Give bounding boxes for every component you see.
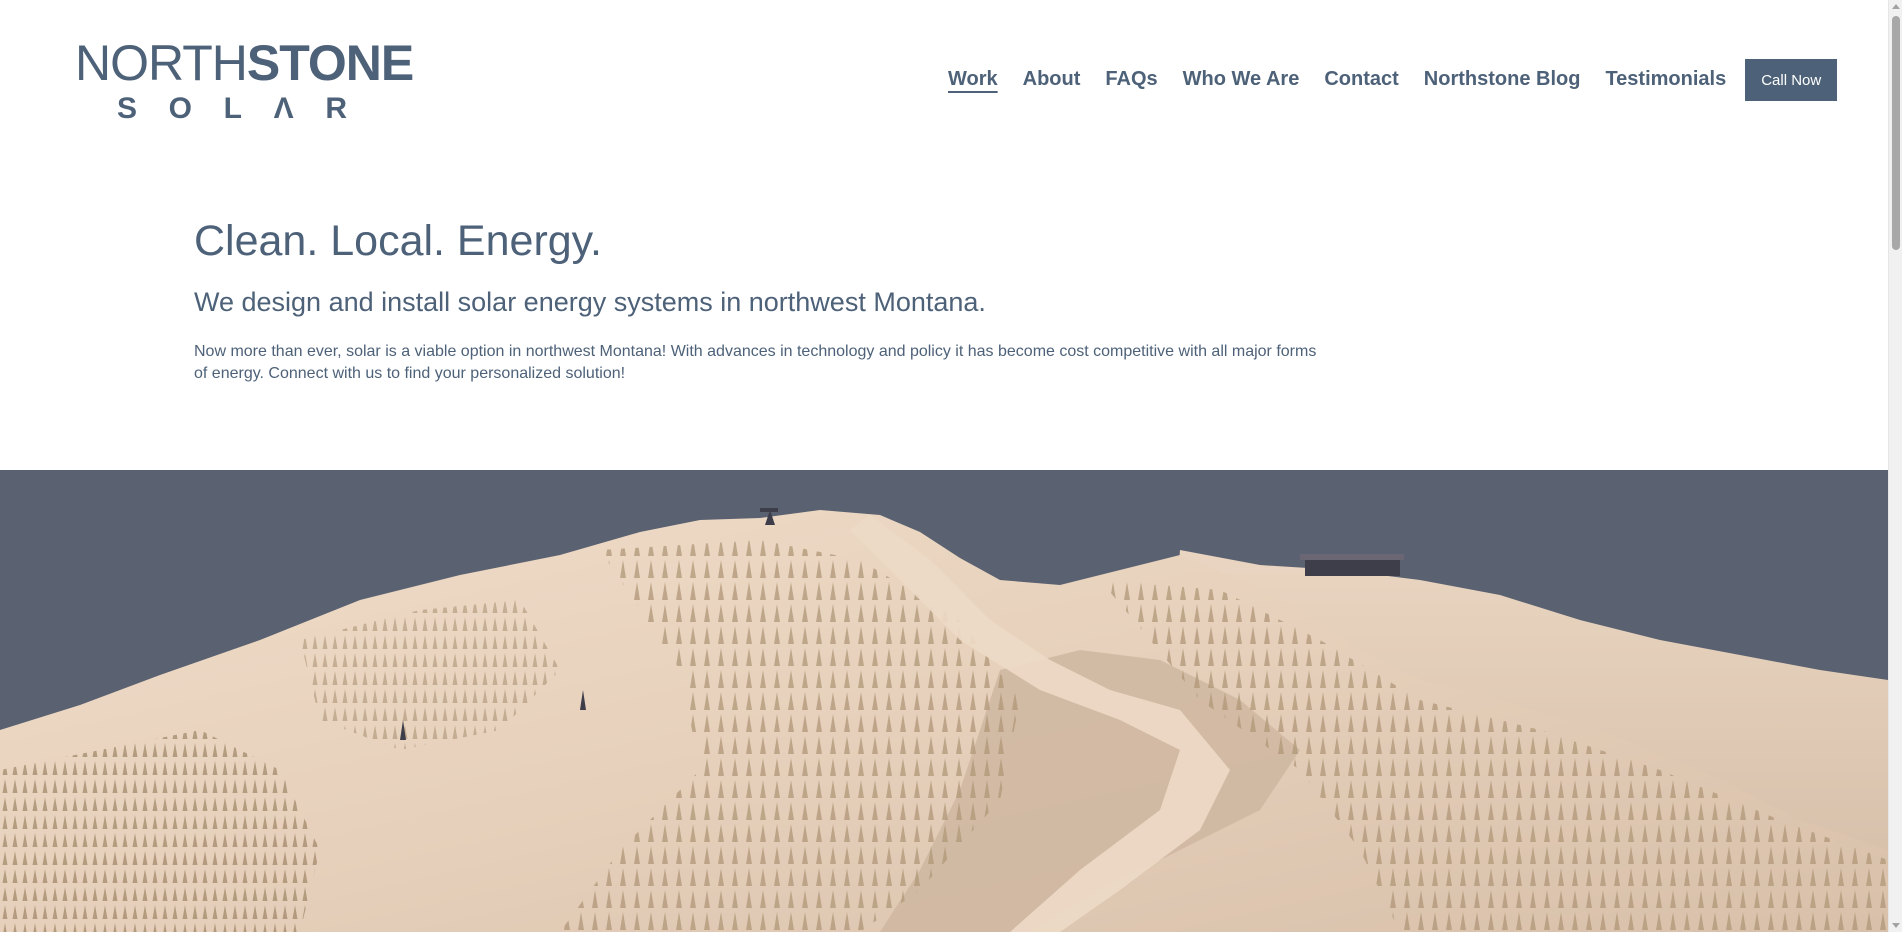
logo-letter: O	[168, 92, 193, 125]
logo-letter: R	[325, 92, 347, 125]
intro-paragraph: Now more than ever, solar is a viable op…	[194, 343, 1317, 382]
page-headline: Clean. Local. Energy.	[194, 217, 602, 265]
logo-wordmark: NORTHSTONE	[75, 35, 414, 91]
scroll-up-icon[interactable]	[1892, 4, 1900, 9]
logo-subtitle: S O L Λ R	[117, 94, 347, 124]
nav-item-testimonials[interactable]: Testimonials	[1605, 68, 1726, 93]
scrollbar-thumb[interactable]	[1892, 16, 1900, 250]
logo-letter: Λ	[273, 92, 294, 125]
nav-item-northstone-blog[interactable]: Northstone Blog	[1424, 68, 1581, 93]
nav-item-contact[interactable]: Contact	[1324, 68, 1398, 93]
nav-item-about[interactable]: About	[1023, 68, 1081, 93]
hero-mountain-image	[0, 470, 1888, 932]
nav-item-faqs[interactable]: FAQs	[1105, 68, 1157, 93]
logo-letter: S	[117, 92, 138, 125]
nav-item-work[interactable]: Work	[948, 68, 998, 93]
vertical-scrollbar[interactable]	[1888, 0, 1902, 932]
call-now-button[interactable]: Call Now	[1745, 59, 1838, 101]
logo-word-north: NORTH	[75, 35, 248, 91]
mountain-illustration	[0, 470, 1888, 932]
intro-section: Clean. Local. Energy. We design and inst…	[194, 212, 1334, 385]
nav-item-who-we-are[interactable]: Who We Are	[1183, 68, 1300, 93]
logo-letter: L	[223, 92, 242, 125]
scroll-down-icon[interactable]	[1892, 923, 1900, 928]
site-logo[interactable]: NORTHSTONE S O L Λ R	[75, 38, 414, 124]
page: NORTHSTONE S O L Λ R Work About FAQs Who…	[0, 0, 1888, 932]
logo-word-stone: STONE	[246, 35, 414, 91]
page-subheadline: We design and install solar energy syste…	[194, 287, 986, 317]
main-navigation: Work About FAQs Who We Are Contact North…	[948, 58, 1838, 102]
